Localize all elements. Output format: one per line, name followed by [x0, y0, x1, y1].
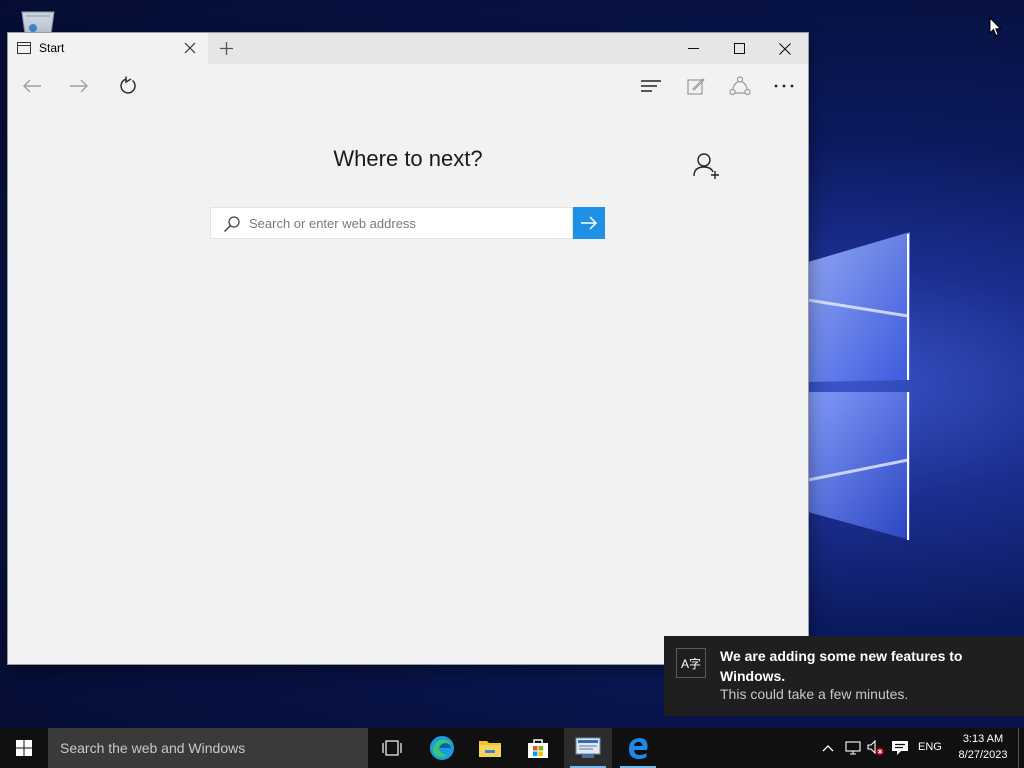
- edge-window: Start Where to next? Search or enter web…: [8, 33, 808, 664]
- refresh-button[interactable]: [114, 72, 142, 100]
- system-clock[interactable]: 3:13 AM 8/27/2023: [950, 731, 1016, 763]
- store-bag-icon: [528, 739, 548, 758]
- show-hidden-icons-button[interactable]: [818, 738, 838, 758]
- task-view-icon: [382, 740, 402, 756]
- search-input[interactable]: [249, 208, 567, 238]
- go-button[interactable]: [573, 207, 605, 239]
- action-center-icon: [892, 741, 908, 755]
- clock-time: 3:13 AM: [962, 733, 1004, 745]
- more-button[interactable]: [770, 72, 798, 100]
- start-button[interactable]: [0, 728, 48, 768]
- maximize-button[interactable]: [716, 33, 762, 64]
- store-app[interactable]: [514, 728, 562, 768]
- back-button[interactable]: [18, 72, 46, 100]
- maximize-icon: [733, 43, 745, 54]
- add-profile-icon[interactable]: [692, 151, 722, 181]
- edge-legacy-icon: [629, 738, 648, 759]
- notification-title: We are adding some new features to Windo…: [720, 648, 963, 684]
- refresh-icon: [120, 76, 136, 94]
- notification-body: This could take a few minutes.: [720, 686, 909, 702]
- title-bar[interactable]: Start: [8, 33, 808, 64]
- hub-button[interactable]: [637, 72, 665, 100]
- start-page-heading: Where to next?: [333, 146, 483, 171]
- clock-date: 8/27/2023: [958, 749, 1008, 761]
- server-manager-icon: [575, 737, 601, 758]
- show-desktop-button[interactable]: [1018, 728, 1024, 768]
- tab-title: Start: [39, 41, 65, 55]
- minimize-button[interactable]: [670, 33, 716, 64]
- taskbar-search-placeholder: Search the web and Windows: [60, 740, 246, 756]
- windows-logo-icon: [16, 740, 32, 756]
- tab-close-icon[interactable]: [184, 42, 196, 54]
- arrow-right-icon: [581, 216, 598, 230]
- web-note-button[interactable]: [682, 72, 710, 100]
- search-icon: [223, 216, 240, 233]
- close-button[interactable]: [762, 33, 808, 64]
- mouse-cursor-icon: [989, 17, 1002, 37]
- tab-page-icon: [17, 42, 31, 54]
- share-button[interactable]: [726, 72, 754, 100]
- browser-toolbar: [8, 64, 808, 108]
- language-features-icon: A字: [676, 648, 706, 678]
- taskbar: Search the web and Windows ENG 3:13 AM 8…: [0, 728, 1024, 768]
- forward-arrow-icon: [70, 79, 88, 93]
- task-view-button[interactable]: [368, 728, 416, 768]
- input-language-indicator[interactable]: ENG: [918, 741, 942, 753]
- network-icon: [845, 741, 861, 755]
- back-arrow-icon: [23, 79, 41, 93]
- notification-toast[interactable]: A字 We are adding some new features to Wi…: [664, 636, 1024, 716]
- action-center-button[interactable]: [890, 738, 910, 758]
- folder-icon: [479, 741, 501, 757]
- minimize-icon: [687, 48, 699, 49]
- close-icon: [779, 42, 791, 55]
- edge-chromium-icon: [430, 736, 454, 760]
- edge-legacy-app[interactable]: [614, 728, 662, 768]
- web-note-icon: [687, 78, 705, 95]
- address-search-box[interactable]: [210, 207, 573, 239]
- taskbar-search-box[interactable]: Search the web and Windows: [48, 728, 368, 768]
- chevron-up-icon: [822, 745, 834, 752]
- edge-chromium-app[interactable]: [418, 728, 466, 768]
- server-manager-app[interactable]: [564, 728, 612, 768]
- forward-button[interactable]: [65, 72, 93, 100]
- browser-tab[interactable]: Start: [8, 33, 208, 64]
- volume-tray-button[interactable]: [866, 738, 886, 758]
- network-tray-button[interactable]: [843, 738, 863, 758]
- file-explorer-app[interactable]: [466, 728, 514, 768]
- recycle-bin-icon[interactable]: [18, 8, 58, 34]
- volume-muted-icon: [867, 740, 884, 755]
- hub-icon: [641, 80, 661, 92]
- more-icon: [774, 84, 794, 88]
- new-tab-icon[interactable]: [218, 40, 235, 57]
- share-icon: [729, 76, 751, 96]
